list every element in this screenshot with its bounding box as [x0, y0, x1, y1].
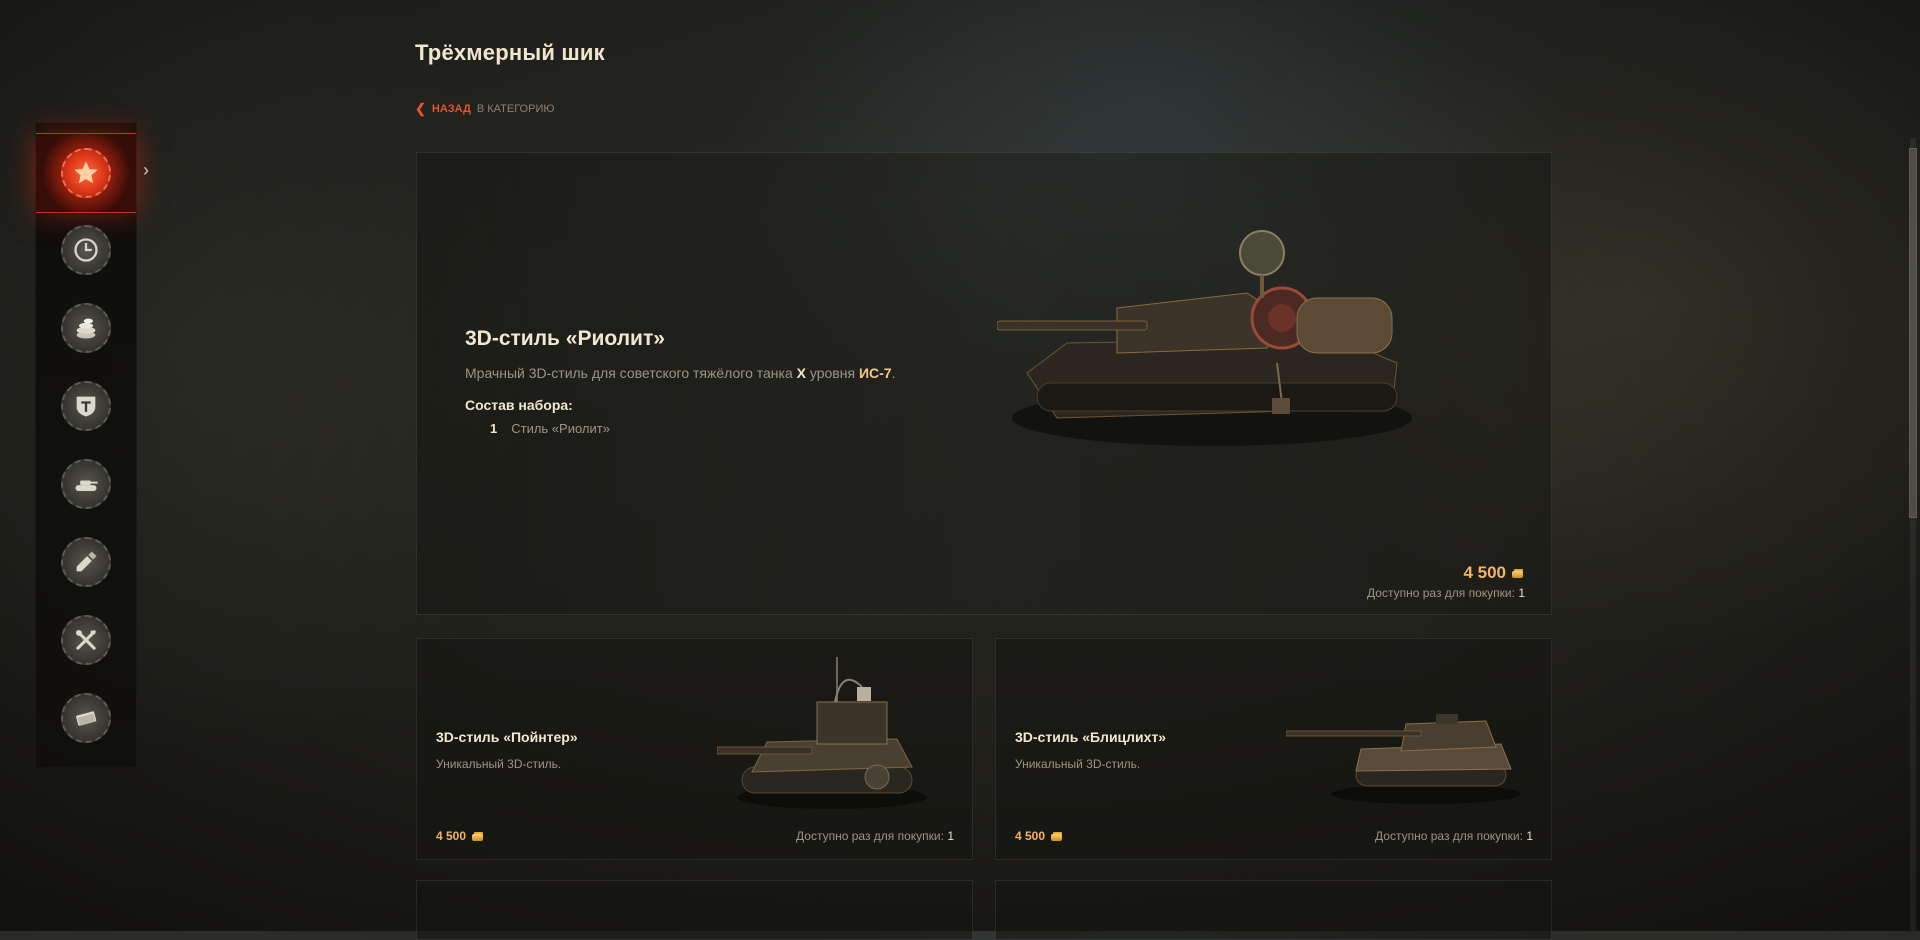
main-offer-title: 3D-стиль «Риолит»	[465, 327, 665, 350]
sidebar-item-credits[interactable]	[36, 679, 136, 757]
set-contents-item: 1 Стиль «Риолит»	[490, 421, 610, 436]
offer-price: 4 500	[436, 829, 485, 843]
money-stack-icon	[61, 693, 111, 743]
chevron-right-icon: ›	[143, 160, 149, 180]
offer-card-blitzlicht[interactable]: 3D-стиль «Блицлихт» Уникальный 3D-стиль.…	[995, 638, 1552, 860]
clock-icon	[61, 225, 111, 275]
wot-logo-icon	[61, 381, 111, 431]
offer-title: 3D-стиль «Блицлихт»	[1015, 729, 1167, 745]
sidebar-item-time-limited[interactable]	[36, 211, 136, 289]
breadcrumb: ❮ НАЗАД В КАТЕГОРИЮ	[415, 101, 554, 117]
offer-card-partial[interactable]	[995, 880, 1552, 940]
sidebar-item-gold[interactable]	[36, 289, 136, 367]
gold-icon	[1511, 567, 1525, 579]
offer-description: Уникальный 3D-стиль.	[1015, 757, 1141, 771]
category-sidebar	[35, 122, 137, 768]
main-offer-price: 4 500	[1463, 563, 1525, 583]
offer-card-pointer[interactable]: 3D-стиль «Пойнтер» Уникальный 3D-стиль. …	[416, 638, 973, 860]
sidebar-item-vehicles[interactable]	[36, 445, 136, 523]
star-icon	[61, 148, 111, 198]
offer-title: 3D-стиль «Пойнтер»	[436, 729, 578, 745]
chevron-left-icon: ❮	[415, 101, 426, 116]
main-offer-availability: Доступно раз для покупки: 1	[1367, 586, 1525, 600]
coins-icon	[61, 303, 111, 353]
gold-icon	[1050, 830, 1064, 842]
gold-icon	[471, 830, 485, 842]
tank-image-riolit	[997, 230, 1412, 446]
sidebar-item-customization[interactable]	[36, 523, 136, 601]
tank-image-pointer	[717, 657, 927, 809]
scrollbar[interactable]	[1906, 138, 1920, 931]
paint-icon	[61, 537, 111, 587]
offer-description: Уникальный 3D-стиль.	[436, 757, 562, 771]
offer-card-partial[interactable]	[416, 880, 973, 940]
scrollbar-thumb[interactable]	[1909, 148, 1917, 518]
tank-icon	[61, 459, 111, 509]
page-title: Трёхмерный шик	[415, 40, 605, 65]
tank-image-blitzlicht	[1286, 714, 1521, 804]
tools-icon	[61, 615, 111, 665]
main-offer-card[interactable]: 3D-стиль «Риолит» Мрачный 3D-стиль для с…	[416, 152, 1552, 615]
offer-availability: Доступно раз для покупки: 1	[1375, 829, 1533, 843]
set-contents-label: Состав набора:	[465, 397, 573, 413]
offer-price: 4 500	[1015, 829, 1064, 843]
back-category-label: В КАТЕГОРИЮ	[476, 103, 555, 115]
sidebar-item-featured[interactable]	[36, 133, 136, 213]
sidebar-item-equipment[interactable]	[36, 601, 136, 679]
sidebar-item-premium[interactable]	[36, 367, 136, 445]
main-offer-description: Мрачный 3D-стиль для советского тяжёлого…	[465, 365, 896, 381]
offer-availability: Доступно раз для покупки: 1	[796, 829, 954, 843]
back-button[interactable]: НАЗАД	[432, 103, 471, 115]
